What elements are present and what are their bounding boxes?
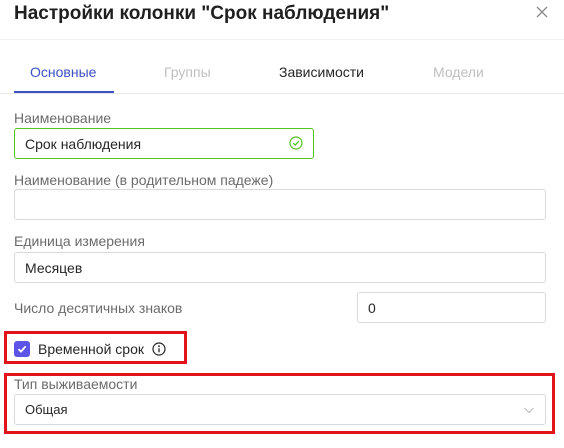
unit-field[interactable]: Месяцев [14, 252, 546, 283]
dialog-title: Настройки колонки "Срок наблюдения" [14, 3, 390, 24]
temporal-checkbox-label: Временной срок [38, 341, 144, 357]
chevron-down-icon [524, 407, 534, 414]
tab-dependencies[interactable]: Зависимости [279, 64, 364, 80]
close-icon[interactable] [532, 2, 552, 22]
check-circle-icon [289, 136, 303, 150]
temporal-checkbox[interactable] [14, 341, 30, 357]
decimals-value: 0 [368, 299, 376, 316]
active-tab-indicator [14, 91, 114, 93]
name-field-value: Срок наблюдения [25, 135, 142, 152]
checkmark-icon [17, 345, 27, 353]
unit-label: Единица измерения [14, 233, 145, 249]
info-circle-icon[interactable] [152, 342, 166, 356]
name-label: Наименование [14, 110, 112, 126]
tab-bar: Основные Группы Зависимости Модели [0, 58, 564, 94]
decimals-label: Число десятичных знаков [14, 300, 183, 316]
name-genitive-label: Наименование (в родительном падеже) [14, 172, 274, 188]
temporal-checkbox-row: Временной срок [14, 338, 166, 360]
survival-type-label: Тип выживаемости [14, 376, 138, 392]
tab-main[interactable]: Основные [30, 64, 96, 80]
tab-groups[interactable]: Группы [164, 64, 211, 80]
name-genitive-field[interactable] [14, 189, 546, 220]
survival-type-value: Общая [25, 402, 68, 417]
unit-value: Месяцев [25, 259, 83, 276]
decimals-field[interactable]: 0 [357, 292, 546, 323]
name-field[interactable]: Срок наблюдения [14, 128, 314, 159]
dialog-header: Настройки колонки "Срок наблюдения" [0, 0, 564, 40]
survival-type-select[interactable]: Общая [14, 394, 546, 425]
tab-models[interactable]: Модели [433, 64, 484, 80]
